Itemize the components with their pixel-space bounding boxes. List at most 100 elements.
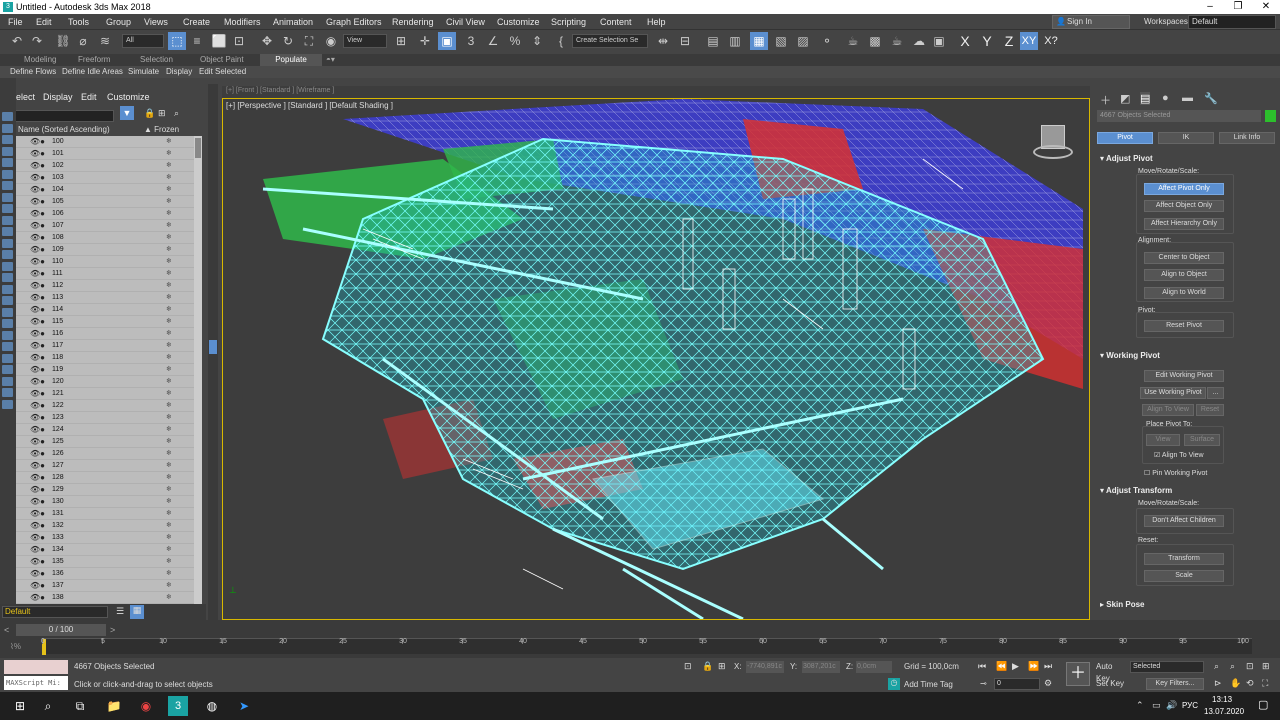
find-icon[interactable]: ⌕ — [174, 108, 179, 119]
menu-tools[interactable]: Tools — [68, 14, 89, 30]
undo-icon[interactable]: ↶ — [8, 32, 26, 50]
constraint-x-button[interactable]: X — [956, 32, 974, 50]
absolute-mode-icon[interactable]: ⊞ — [718, 661, 726, 672]
frozen-toggle-icon[interactable]: ❄ — [166, 184, 172, 196]
percent-snap-icon[interactable]: % — [506, 32, 524, 50]
visibility-toggle-icon[interactable]: 👁● — [30, 484, 45, 496]
viewcube-icon[interactable] — [1033, 123, 1073, 163]
unreal-icon[interactable]: ◍ — [202, 696, 222, 716]
zoom-extents-all-icon[interactable]: ⊞ — [1262, 661, 1270, 672]
frozen-toggle-icon[interactable]: ❄ — [166, 532, 172, 544]
visibility-toggle-icon[interactable]: 👁● — [30, 184, 45, 196]
table-row[interactable]: 👁● 120 ❄ — [16, 376, 202, 388]
scene-explorer-icon[interactable]: ▤ — [704, 32, 722, 50]
table-row[interactable]: 👁● 129 ❄ — [16, 484, 202, 496]
table-row[interactable]: 👁● 137 ❄ — [16, 580, 202, 592]
prev-frame-icon[interactable]: ⏪ — [996, 661, 1007, 672]
keyboard-shortcut-toggle-icon[interactable]: ▣ — [438, 32, 456, 50]
time-slider-prev-icon[interactable]: < — [4, 625, 9, 635]
explorer-filter-icon[interactable] — [2, 123, 13, 133]
sign-in-button[interactable]: 👤 Sign In — [1052, 15, 1130, 29]
frozen-toggle-icon[interactable]: ❄ — [166, 316, 172, 328]
table-row[interactable]: 👁● 124 ❄ — [16, 424, 202, 436]
table-row[interactable]: 👁● 101 ❄ — [16, 148, 202, 160]
frozen-toggle-icon[interactable]: ❄ — [166, 196, 172, 208]
table-row[interactable]: 👁● 123 ❄ — [16, 412, 202, 424]
snaps-toggle-icon[interactable]: 3 — [462, 32, 480, 50]
select-manipulate-icon[interactable]: ✛ — [416, 32, 434, 50]
visibility-toggle-icon[interactable]: 👁● — [30, 364, 45, 376]
selection-filter-dropdown[interactable]: All — [122, 34, 164, 48]
visibility-toggle-icon[interactable]: 👁● — [30, 292, 45, 304]
reset-transform-button[interactable]: Transform — [1144, 553, 1224, 565]
table-row[interactable]: 👁● 106 ❄ — [16, 208, 202, 220]
frozen-toggle-icon[interactable]: ❄ — [166, 544, 172, 556]
utilities-tab-icon[interactable]: 🔧 — [1204, 92, 1218, 105]
visibility-toggle-icon[interactable]: 👁● — [30, 400, 45, 412]
add-time-tag-button[interactable]: Add Time Tag — [904, 680, 953, 689]
visibility-toggle-icon[interactable]: 👁● — [30, 232, 45, 244]
skin-pose-rollout[interactable]: ▸ Skin Pose — [1100, 600, 1145, 609]
explorer-filter-icon[interactable] — [2, 307, 13, 317]
table-row[interactable]: 👁● 138 ❄ — [16, 592, 202, 604]
layers-icon[interactable]: ☰ — [116, 606, 124, 617]
time-tag-icon[interactable]: ◷ — [888, 678, 900, 690]
render-cloud-icon[interactable]: ☁ — [910, 32, 928, 50]
table-row[interactable]: 👁● 131 ❄ — [16, 508, 202, 520]
define-flows-button[interactable]: Define Flows — [10, 66, 56, 78]
edit-named-selection-icon[interactable]: { — [552, 32, 570, 50]
menu-group[interactable]: Group — [106, 14, 131, 30]
telegram-icon[interactable]: ➤ — [234, 696, 254, 716]
play-icon[interactable]: ▶ — [1012, 661, 1019, 672]
visibility-toggle-icon[interactable]: 👁● — [30, 220, 45, 232]
time-config-icon[interactable]: ⚙ — [1044, 678, 1052, 689]
scene-tab-customize[interactable]: Customize — [107, 90, 150, 104]
edit-working-pivot-button[interactable]: Edit Working Pivot — [1144, 370, 1224, 382]
move-icon[interactable]: ✥ — [258, 32, 276, 50]
explorer-filter-icon[interactable] — [2, 388, 13, 397]
align-icon[interactable]: ⊟ — [676, 32, 694, 50]
unlink-icon[interactable]: ⌀ — [74, 32, 92, 50]
table-row[interactable]: 👁● 116 ❄ — [16, 328, 202, 340]
table-row[interactable]: 👁● 128 ❄ — [16, 472, 202, 484]
visibility-toggle-icon[interactable]: 👁● — [30, 304, 45, 316]
define-idle-areas-button[interactable]: Define Idle Areas — [62, 66, 123, 78]
bind-spacewarp-icon[interactable]: ≋ — [96, 32, 114, 50]
table-row[interactable]: 👁● 122 ❄ — [16, 400, 202, 412]
redo-icon[interactable]: ↷ — [28, 32, 46, 50]
explorer-filter-icon[interactable] — [2, 261, 13, 271]
toggle-ribbon-icon[interactable]: ▦ — [750, 32, 768, 50]
table-row[interactable]: 👁● 102 ❄ — [16, 160, 202, 172]
menu-create[interactable]: Create — [183, 14, 210, 30]
render-icon[interactable]: ☕ — [888, 32, 906, 50]
network-icon[interactable]: ▭ — [1152, 700, 1161, 711]
frozen-toggle-icon[interactable]: ❄ — [166, 424, 172, 436]
pin-working-pivot-checkbox[interactable]: ☐ Pin Working Pivot — [1144, 469, 1207, 477]
ribbon-tab-modeling[interactable]: Modeling — [24, 54, 56, 66]
affect-object-only-button[interactable]: Affect Object Only — [1144, 200, 1224, 212]
selection-lock-icon[interactable]: 🔒 — [702, 661, 713, 672]
working-pivot-rollout[interactable]: ▾ Working Pivot — [1100, 351, 1160, 360]
visibility-toggle-icon[interactable]: 👁● — [30, 412, 45, 424]
visibility-toggle-icon[interactable]: 👁● — [30, 256, 45, 268]
visibility-toggle-icon[interactable]: 👁● — [30, 208, 45, 220]
visibility-toggle-icon[interactable]: 👁● — [30, 556, 45, 568]
pivot-center-icon[interactable]: ⊞ — [392, 32, 410, 50]
explorer-filter-icon[interactable] — [2, 399, 13, 409]
x-coord-field[interactable]: -7740,891c — [746, 661, 784, 673]
affect-pivot-only-button[interactable]: Affect Pivot Only — [1144, 183, 1224, 195]
frozen-toggle-icon[interactable]: ❄ — [166, 376, 172, 388]
key-mode-dropdown[interactable]: Selected — [1130, 661, 1204, 673]
layer-dropdown[interactable]: Default — [2, 606, 108, 618]
frozen-toggle-icon[interactable]: ❄ — [166, 592, 172, 604]
frozen-toggle-icon[interactable]: ❄ — [166, 472, 172, 484]
menu-rendering[interactable]: Rendering — [392, 14, 434, 30]
edit-selected-button[interactable]: Edit Selected — [199, 66, 246, 78]
tray-expand-icon[interactable]: ⌃ — [1136, 700, 1144, 711]
align-to-world-button[interactable]: Align to World — [1144, 287, 1224, 299]
visibility-toggle-icon[interactable]: 👁● — [30, 496, 45, 508]
key-mode-icon[interactable]: ⊸ — [980, 679, 987, 688]
angle-snap-icon[interactable]: ∠ — [484, 32, 502, 50]
visibility-toggle-icon[interactable]: 👁● — [30, 340, 45, 352]
layer-explorer-icon[interactable]: ▥ — [726, 32, 744, 50]
